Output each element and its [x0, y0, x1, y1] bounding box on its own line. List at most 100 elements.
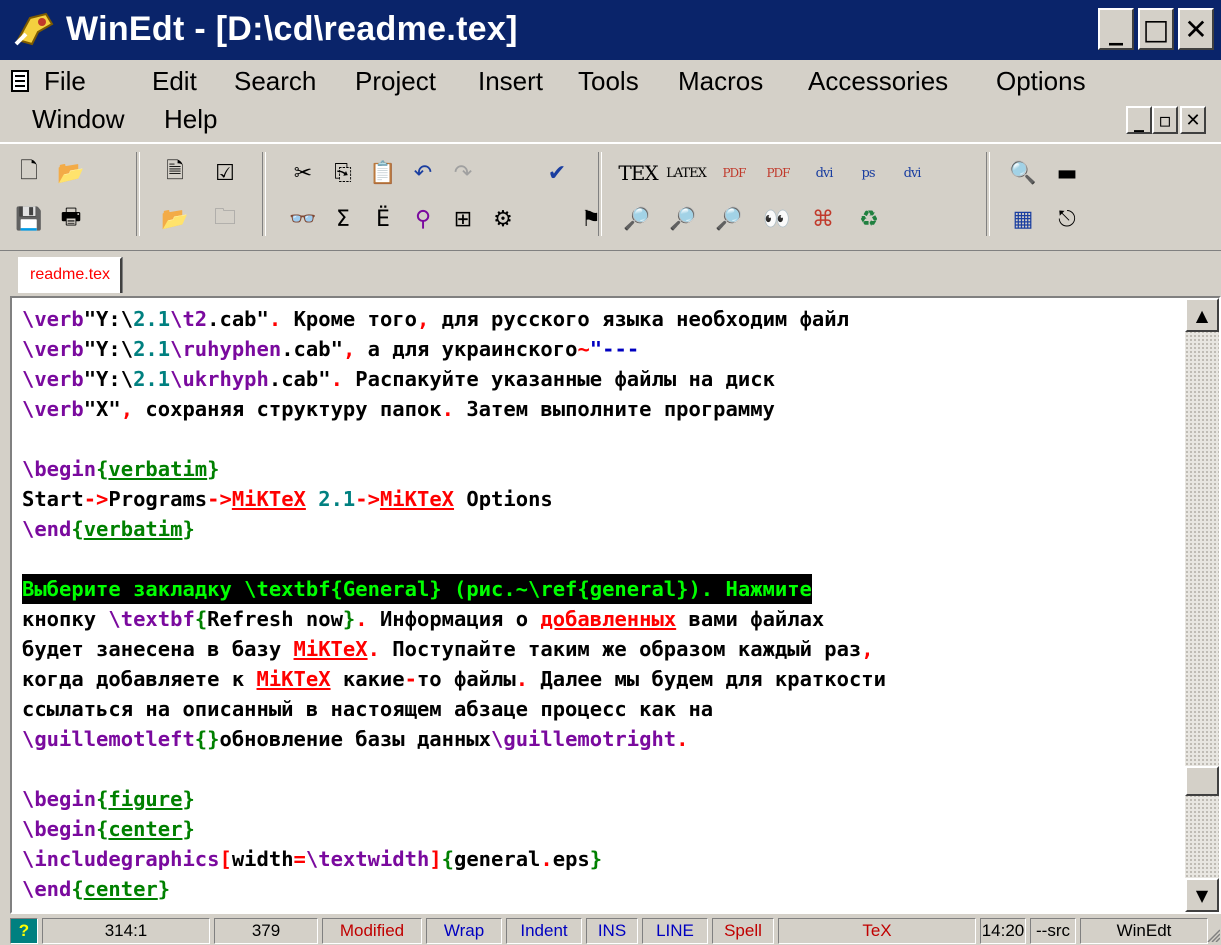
compile-icon[interactable]: ⚑: [574, 202, 608, 236]
status-mode[interactable]: TeX: [778, 918, 976, 944]
menu-search[interactable]: Search: [234, 62, 316, 100]
child-close-button[interactable]: ✕: [1180, 106, 1206, 134]
code-line[interactable]: кнопку \textbf{Refresh now}. Информация …: [22, 604, 886, 634]
maximize-button[interactable]: □: [1138, 8, 1174, 50]
code-line[interactable]: \verb"X", сохраняя структуру папок. Зате…: [22, 394, 886, 424]
code-line[interactable]: Start->Programs->MiKTeX 2.1->MiKTeX Opti…: [22, 484, 886, 514]
umlaut-icon[interactable]: Ë: [366, 202, 400, 236]
tex-icon[interactable]: TEX: [616, 156, 660, 190]
menu-macros[interactable]: Macros: [678, 62, 763, 100]
tab-readme[interactable]: readme.tex: [18, 257, 123, 293]
code-token: Распакуйте указанные файлы на диск: [342, 367, 775, 391]
open-file-icon[interactable]: 📂: [54, 156, 88, 190]
open-project-icon[interactable]: 📂: [158, 202, 192, 236]
cleanup-icon[interactable]: ♻: [852, 202, 886, 236]
close-project-icon[interactable]: 🗀: [208, 202, 242, 236]
scroll-down-button[interactable]: ▼: [1185, 878, 1219, 912]
code-line[interactable]: будет занесена в базу MiKTeX. Поступайте…: [22, 634, 886, 664]
menu-help[interactable]: Help: [164, 100, 217, 138]
paste-icon[interactable]: 📋: [366, 156, 400, 190]
sum-icon[interactable]: Σ: [326, 202, 360, 236]
print-icon[interactable]: 🖶: [54, 202, 88, 236]
child-restore-button[interactable]: ▫: [1152, 106, 1178, 134]
code-line[interactable]: [22, 544, 886, 574]
menu-project[interactable]: Project: [355, 62, 436, 100]
calculator-icon[interactable]: ▦: [1006, 202, 1040, 236]
exit-icon[interactable]: ⎋: [1050, 202, 1084, 236]
scroll-up-button[interactable]: ▲: [1185, 298, 1219, 332]
filter-icon[interactable]: ⚲: [406, 202, 440, 236]
menu-accessories[interactable]: Accessories: [808, 62, 948, 100]
code-line[interactable]: когда добавляете к MiKTeX какие-то файлы…: [22, 664, 886, 694]
status-src[interactable]: --src: [1030, 918, 1076, 944]
macro-icon[interactable]: ⚙: [486, 202, 520, 236]
code-token: \ukrhyph: [170, 367, 269, 391]
code-line[interactable]: ссылаться на описанный в настоящем абзац…: [22, 694, 886, 724]
minimize-button[interactable]: _: [1098, 8, 1134, 50]
vertical-scrollbar[interactable]: ▲ ▼: [1185, 298, 1219, 912]
document-menu-icon[interactable]: [10, 70, 32, 94]
binoculars-icon[interactable]: 👓: [286, 202, 320, 236]
code-line[interactable]: \begin{verbatim}: [22, 454, 886, 484]
status-line-mode[interactable]: LINE: [642, 918, 708, 944]
pdftex-icon[interactable]: PDF: [716, 156, 752, 190]
code-token: "Y:\: [83, 307, 134, 331]
search-icon[interactable]: 🔍: [1006, 156, 1040, 190]
acrobat-icon[interactable]: ⌘: [806, 202, 840, 236]
copy-icon[interactable]: ⎘: [326, 156, 360, 190]
menu-window[interactable]: Window: [32, 100, 124, 138]
dvi-search-icon[interactable]: 🔎: [712, 202, 746, 236]
menu-tools[interactable]: Tools: [578, 62, 639, 100]
menu-options[interactable]: Options: [996, 62, 1086, 100]
title-bar[interactable]: WinEdt - [D:\cd\readme.tex] _ □ ✕: [0, 0, 1221, 60]
status-modified[interactable]: Modified: [322, 918, 422, 944]
code-line[interactable]: \verb"Y:\2.1\t2.cab". Кроме того, для ру…: [22, 304, 886, 334]
child-minimize-button[interactable]: _: [1126, 106, 1152, 134]
code-token: ссылаться на описанный в настоящем абзац…: [22, 697, 714, 721]
code-text[interactable]: \verb"Y:\2.1\t2.cab". Кроме того, для ру…: [22, 304, 886, 904]
console-icon[interactable]: ▬: [1050, 156, 1084, 190]
code-line[interactable]: \end{verbatim}: [22, 514, 886, 544]
checklist-icon[interactable]: ☑: [208, 156, 242, 190]
tree-icon[interactable]: ⊞: [446, 202, 480, 236]
document-icon[interactable]: 🗎: [158, 156, 192, 190]
code-line[interactable]: \guillemotleft{}обновление базы данных\g…: [22, 724, 886, 754]
menu-file[interactable]: File: [44, 62, 86, 100]
code-line[interactable]: \includegraphics[width=\textwidth]{gener…: [22, 844, 886, 874]
redo-icon[interactable]: ↷: [446, 156, 480, 190]
ps2pdf-icon[interactable]: ps: [850, 156, 886, 190]
status-spell[interactable]: Spell: [712, 918, 774, 944]
dvips-icon[interactable]: dvi: [806, 156, 842, 190]
code-line[interactable]: [22, 754, 886, 784]
latex-icon[interactable]: LATEX: [664, 156, 708, 190]
close-button[interactable]: ✕: [1178, 8, 1214, 50]
winedt-app-icon[interactable]: [12, 10, 56, 50]
status-ins[interactable]: INS: [586, 918, 638, 944]
code-line[interactable]: Выберите закладку \textbf{General} (рис.…: [22, 574, 886, 604]
code-line[interactable]: \verb"Y:\2.1\ukrhyph.cab". Распакуйте ук…: [22, 364, 886, 394]
code-line[interactable]: [22, 424, 886, 454]
code-line[interactable]: \begin{center}: [22, 814, 886, 844]
pdflatex-icon[interactable]: PDF: [760, 156, 796, 190]
new-file-icon[interactable]: 🗋: [12, 156, 46, 190]
menu-edit[interactable]: Edit: [152, 62, 197, 100]
viewer-icon[interactable]: 👀: [760, 202, 794, 236]
dvipdf-icon[interactable]: dvi: [894, 156, 930, 190]
text-editor[interactable]: \verb"Y:\2.1\t2.cab". Кроме того, для ру…: [12, 298, 1189, 912]
cut-icon[interactable]: ✂: [286, 156, 320, 190]
status-indent[interactable]: Indent: [506, 918, 582, 944]
undo-icon[interactable]: ↶: [406, 156, 440, 190]
status-position[interactable]: 314:1: [42, 918, 210, 944]
code-line[interactable]: \verb"Y:\2.1\ruhyphen.cab", а для украин…: [22, 334, 886, 364]
scroll-thumb[interactable]: [1185, 766, 1219, 796]
resize-grip-icon[interactable]: [1206, 926, 1220, 942]
save-icon[interactable]: 💾: [12, 202, 46, 236]
status-wrap[interactable]: Wrap: [426, 918, 502, 944]
log-icon[interactable]: 🔎: [620, 202, 654, 236]
code-line[interactable]: \begin{figure}: [22, 784, 886, 814]
dvi-preview-icon[interactable]: 🔎: [666, 202, 700, 236]
menu-insert[interactable]: Insert: [478, 62, 543, 100]
spellcheck-icon[interactable]: ✔: [540, 156, 574, 190]
help-icon[interactable]: ?: [10, 918, 38, 944]
code-line[interactable]: \end{center}: [22, 874, 886, 904]
